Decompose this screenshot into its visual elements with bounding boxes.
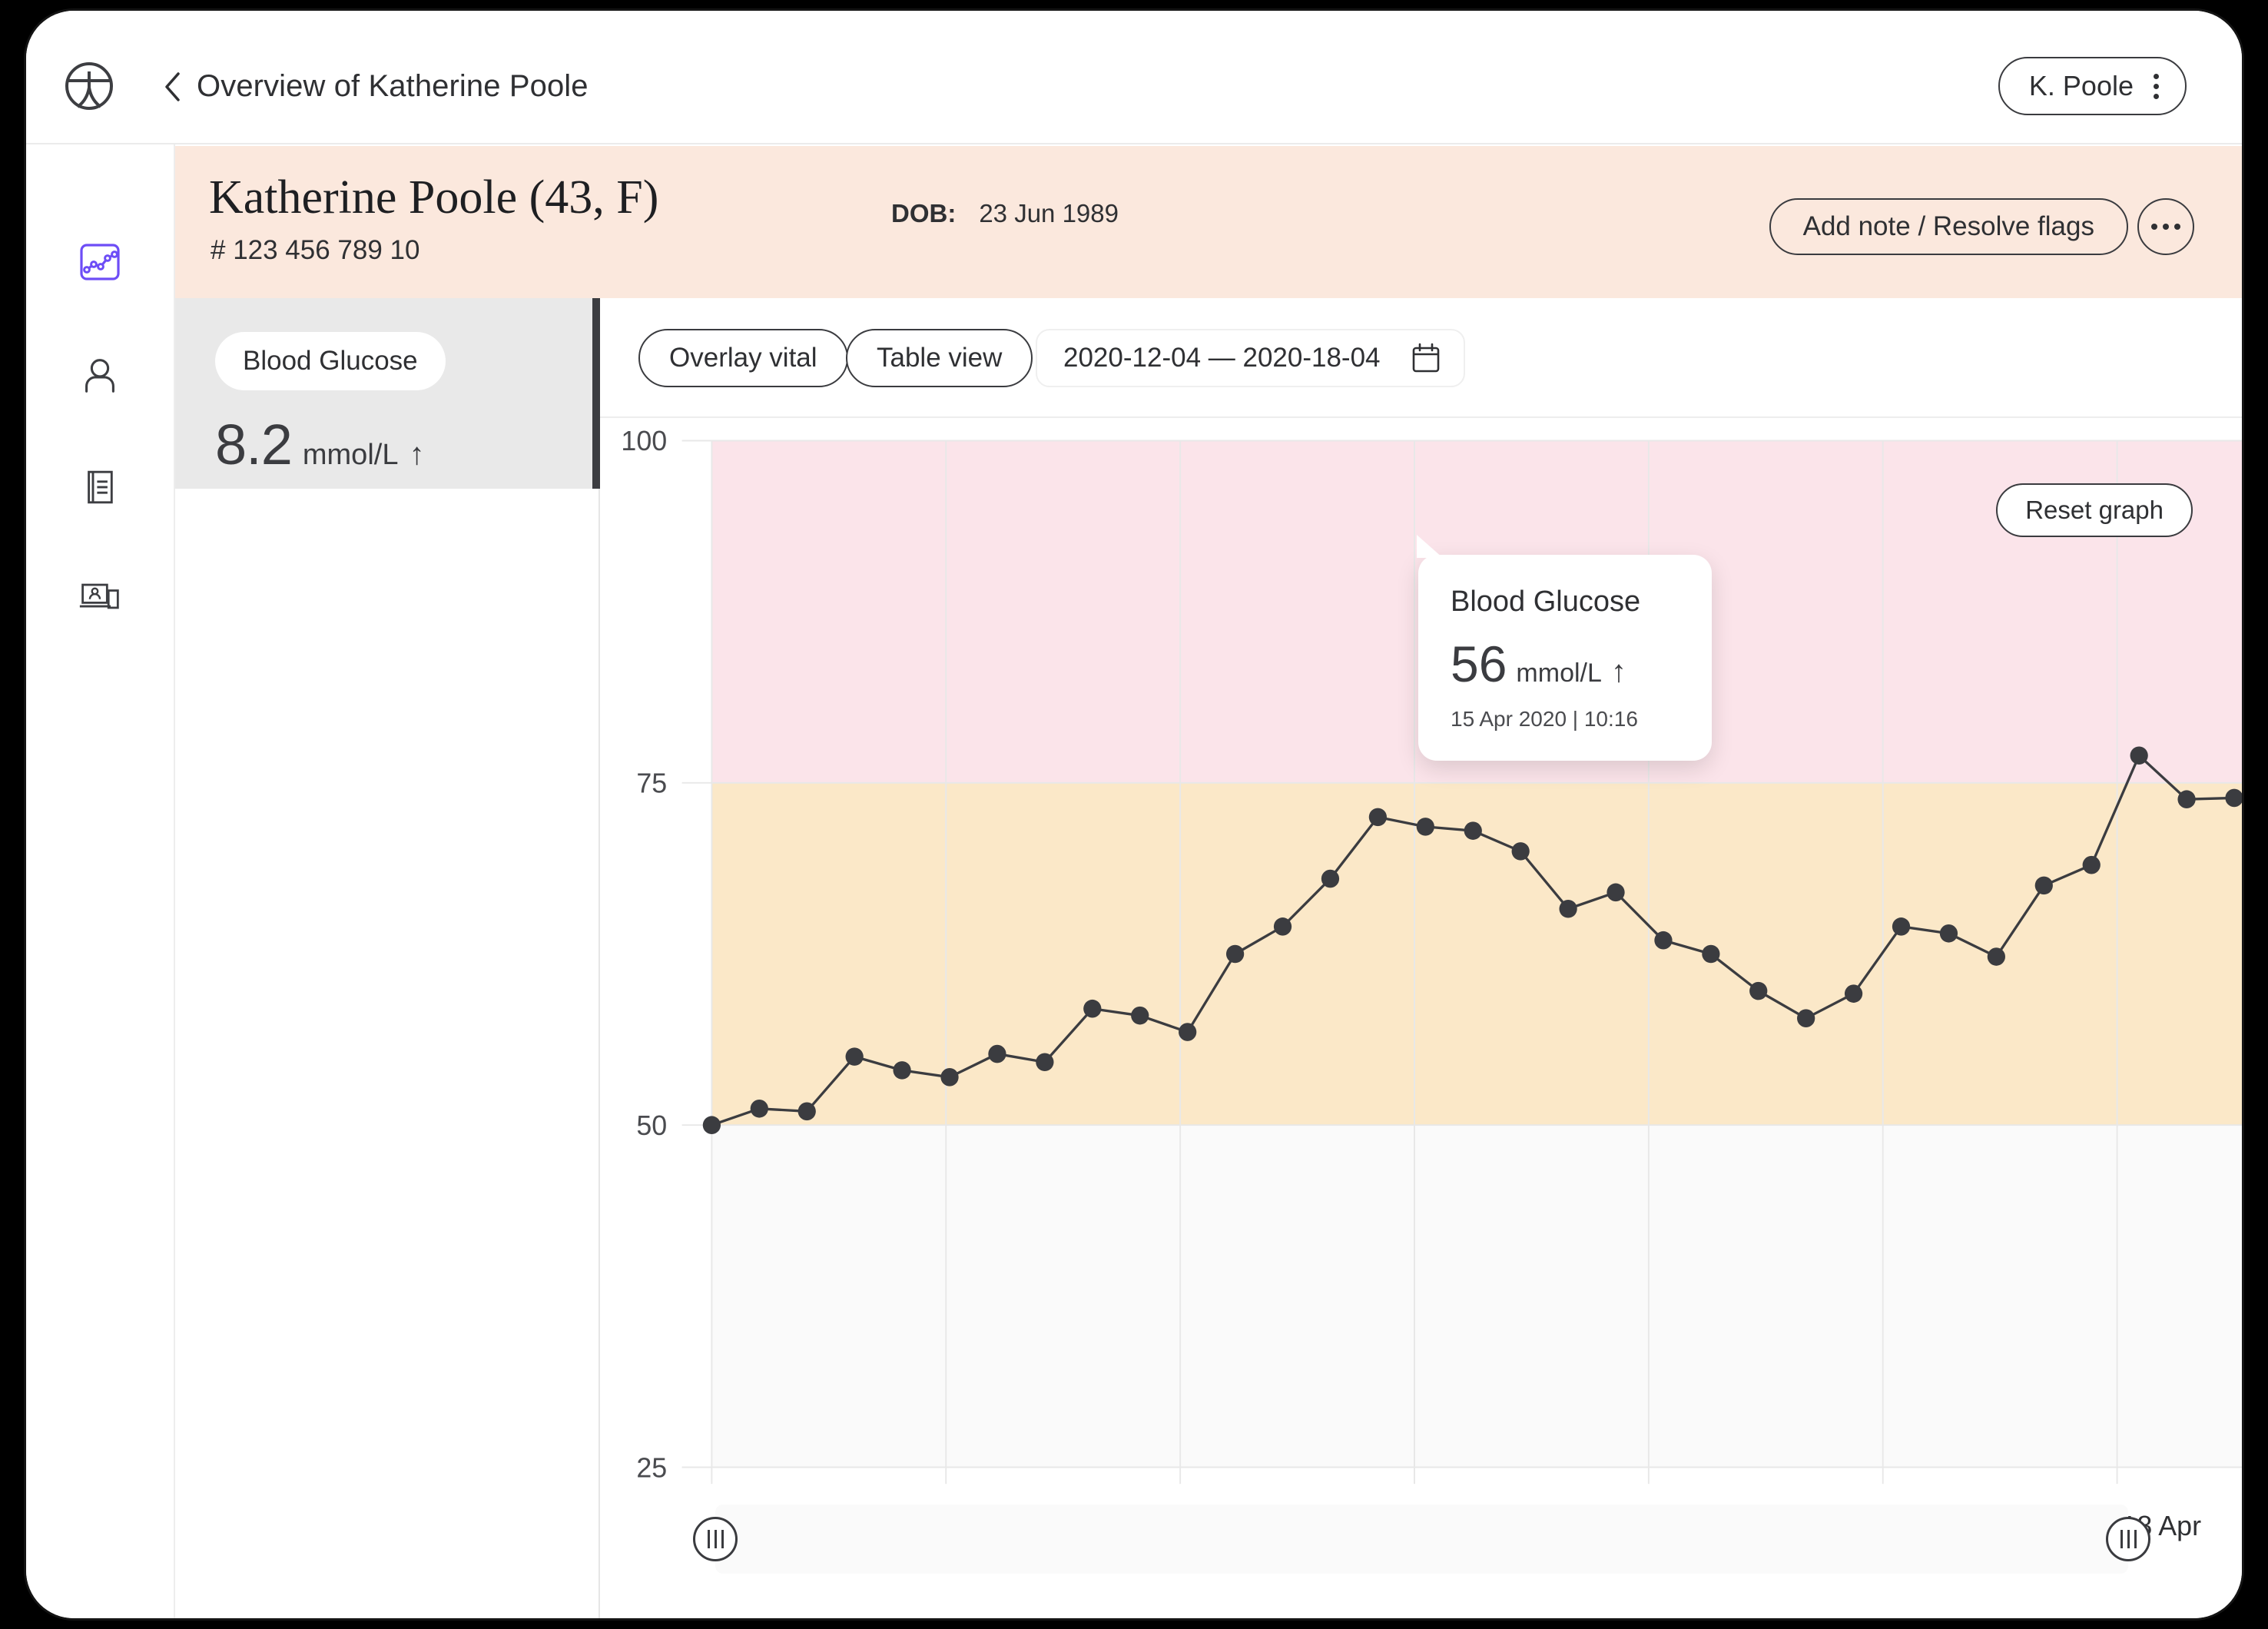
- tablet-device-frame: Overview of Katherine Poole K. Poole Kat…: [26, 11, 2242, 1618]
- time-range-scrubber[interactable]: [693, 1505, 2150, 1574]
- reset-graph-button[interactable]: Reset graph: [1996, 483, 2193, 537]
- data-point[interactable]: [1416, 818, 1434, 836]
- kebab-menu-icon: [2154, 73, 2159, 99]
- dob-value: 23 Jun 1989: [979, 199, 1119, 227]
- data-point[interactable]: [1321, 869, 1340, 888]
- data-point[interactable]: [1179, 1023, 1197, 1041]
- chart-tooltip: Blood Glucose 56 mmol/L ↑ 15 Apr 2020 | …: [1417, 535, 1712, 761]
- drag-handle-icon: [721, 1530, 724, 1548]
- data-point[interactable]: [2082, 855, 2101, 874]
- patient-id: # 123 456 789 10: [211, 235, 420, 265]
- sidebar-item-patient[interactable]: [69, 346, 131, 407]
- data-point[interactable]: [845, 1047, 864, 1066]
- data-point[interactable]: [2130, 746, 2148, 765]
- drag-handle-icon: [2127, 1530, 2130, 1548]
- document-icon: [79, 466, 121, 512]
- tooltip-title: Blood Glucose: [1451, 586, 1641, 618]
- data-point[interactable]: [1368, 808, 1388, 827]
- tooltip-readout: 56 mmol/L ↑: [1451, 635, 1626, 693]
- y-axis-tick-labels: 25 50 75 100: [621, 425, 667, 1483]
- data-point[interactable]: [1702, 944, 1720, 964]
- ellipsis-icon: [2151, 224, 2157, 230]
- ellipsis-icon: [2174, 224, 2180, 230]
- y-tick-label: 75: [636, 767, 667, 798]
- scrubber-left-handle[interactable]: [693, 1517, 738, 1561]
- chart-pane: Overlay vital Table view 2020-12-04 — 20…: [600, 298, 2242, 1618]
- vital-readout: 8.2 mmol/L ↑: [215, 412, 424, 477]
- data-point[interactable]: [750, 1099, 768, 1118]
- data-point[interactable]: [1464, 821, 1482, 840]
- tooltip-value: 56: [1451, 635, 1507, 692]
- table-view-button[interactable]: Table view: [846, 329, 1033, 387]
- data-point[interactable]: [1844, 984, 1863, 1003]
- vital-name-chip: Blood Glucose: [215, 332, 446, 390]
- sidebar-item-documents[interactable]: [69, 458, 131, 519]
- sidebar-item-telehealth[interactable]: [69, 567, 131, 629]
- vitals-chart-icon: [77, 239, 123, 289]
- telehealth-icon: [77, 575, 123, 622]
- data-point[interactable]: [797, 1102, 816, 1121]
- vital-value: 8.2: [215, 413, 293, 476]
- data-point[interactable]: [893, 1061, 911, 1080]
- data-point[interactable]: [1892, 917, 1911, 936]
- data-point[interactable]: [1987, 947, 2006, 966]
- data-point[interactable]: [1273, 917, 1292, 936]
- data-point[interactable]: [1749, 981, 1768, 1000]
- person-icon: [78, 353, 122, 401]
- clinic-logo-icon[interactable]: [61, 58, 117, 114]
- drag-handle-icon: [714, 1530, 717, 1548]
- arrow-up-icon: ↑: [409, 437, 425, 471]
- chevron-left-icon[interactable]: [163, 71, 183, 103]
- banner-more-options-button[interactable]: [2137, 198, 2194, 255]
- tooltip-unit: mmol/L: [1516, 659, 1602, 688]
- data-point[interactable]: [1511, 842, 1530, 861]
- data-point[interactable]: [2034, 876, 2053, 895]
- overlay-vital-button[interactable]: Overlay vital: [638, 329, 848, 387]
- y-tick-label: 50: [636, 1110, 667, 1141]
- ellipsis-icon: [2163, 224, 2169, 230]
- page-title: Overview of Katherine Poole: [197, 69, 589, 103]
- data-point[interactable]: [1225, 944, 1245, 964]
- vital-unit: mmol/L: [302, 439, 399, 471]
- top-bar: Overview of Katherine Poole K. Poole: [26, 11, 2242, 144]
- dob-label: DOB:: [891, 199, 957, 227]
- date-range-value: 2020-12-04 — 2020-18-04: [1063, 343, 1381, 373]
- y-tick-label: 100: [621, 425, 667, 456]
- data-point[interactable]: [1606, 883, 1625, 902]
- drag-handle-icon: [2134, 1530, 2137, 1548]
- data-point[interactable]: [702, 1116, 721, 1134]
- date-range-picker[interactable]: 2020-12-04 — 2020-18-04: [1036, 329, 1465, 387]
- data-point[interactable]: [1083, 999, 1102, 1018]
- drag-handle-icon: [707, 1530, 710, 1548]
- add-note-resolve-flags-button[interactable]: Add note / Resolve flags: [1769, 198, 2128, 255]
- y-tick-label: 25: [636, 1452, 667, 1483]
- line-chart[interactable]: 255075100 12 Apr13 Apr14 Apr15 Apr16 Apr…: [600, 418, 2242, 1618]
- vital-card-blood-glucose[interactable]: Blood Glucose 8.2 mmol/L ↑: [175, 298, 617, 489]
- chart-toolbar: Overlay vital Table view 2020-12-04 — 20…: [600, 298, 2242, 418]
- patient-name: Katherine Poole (43, F): [209, 171, 659, 224]
- data-point[interactable]: [2177, 790, 2196, 808]
- user-menu-button[interactable]: K. Poole: [1998, 57, 2187, 115]
- calendar-icon: [1411, 343, 1441, 373]
- left-nav-rail: [26, 144, 175, 1618]
- tooltip-timestamp: 15 Apr 2020 | 10:16: [1451, 707, 1638, 731]
- data-point[interactable]: [1131, 1006, 1149, 1025]
- arrow-up-icon: ↑: [1610, 655, 1626, 688]
- data-point[interactable]: [940, 1068, 959, 1087]
- band-low: [711, 1125, 2242, 1468]
- drag-handle-icon: [2120, 1530, 2123, 1548]
- panel-resize-handle[interactable]: [592, 298, 617, 489]
- data-point[interactable]: [1654, 931, 1673, 950]
- sidebar-item-vitals[interactable]: [69, 233, 131, 294]
- data-point[interactable]: [1939, 924, 1958, 943]
- data-point[interactable]: [988, 1044, 1006, 1063]
- user-menu-label: K. Poole: [2028, 70, 2134, 101]
- data-point[interactable]: [1559, 899, 1577, 918]
- dob-field: DOB: 23 Jun 1989: [891, 199, 1119, 228]
- data-point[interactable]: [1797, 1009, 1815, 1027]
- vitals-list-panel: Blood Glucose 8.2 mmol/L ↑: [175, 298, 617, 1618]
- scrubber-right-handle[interactable]: [2106, 1517, 2150, 1561]
- data-point[interactable]: [1036, 1053, 1054, 1072]
